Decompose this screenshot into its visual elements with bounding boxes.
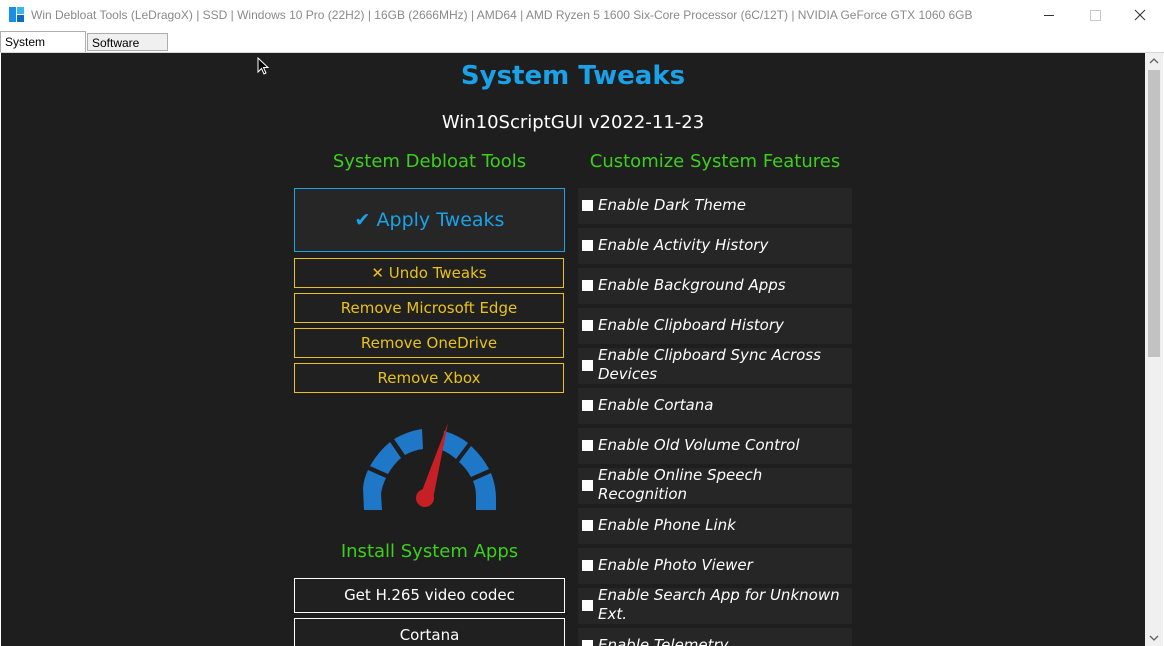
tab-system-tweaks[interactable]: System Tweaks [0,31,86,69]
feature-online-speech[interactable]: Enable Online Speech Recognition [578,466,852,504]
feature-label: Enable Activity History [598,236,769,254]
feature-label: Enable Phone Link [598,516,736,534]
minimize-icon [1044,15,1054,16]
remove-onedrive-button[interactable]: Remove OneDrive [294,328,564,358]
feature-activity-history[interactable]: Enable Activity History [578,228,852,264]
get-h265-codec-button[interactable]: Get H.265 video codec [294,578,565,613]
checkbox[interactable] [582,360,593,371]
version-subtitle: Win10ScriptGUI v2022-11-23 [441,112,705,133]
feature-photo-viewer[interactable]: Enable Photo Viewer [578,548,852,584]
app-icon [9,7,24,22]
feature-label: Enable Clipboard Sync Across Devices [598,346,821,383]
page-title: System Tweaks [460,61,686,91]
feature-cortana[interactable]: Enable Cortana [578,388,852,424]
scroll-thumb[interactable] [1148,70,1160,357]
main-panel: System Tweaks Win10ScriptGUI v2022-11-23… [1,53,1145,646]
checkbox[interactable] [582,440,593,451]
features-heading: Customize System Features [589,151,841,172]
undo-tweaks-button[interactable]: ✕ Undo Tweaks [294,258,564,288]
feature-label: Enable Cortana [598,396,714,414]
feature-clipboard-sync[interactable]: Enable Clipboard Sync Across Devices [578,346,852,384]
checkbox[interactable] [582,400,593,411]
close-icon [1134,9,1146,21]
minimize-button[interactable] [1026,0,1072,31]
remove-edge-button[interactable]: Remove Microsoft Edge [294,293,564,323]
vertical-scrollbar[interactable] [1145,53,1163,646]
apply-tweaks-button[interactable]: ✔ Apply Tweaks [294,188,565,252]
checkbox[interactable] [582,240,593,251]
feature-label: Enable Clipboard History [598,316,784,334]
cortana-button[interactable]: Cortana [294,618,565,646]
close-button[interactable] [1118,0,1164,31]
window-title: Win Debloat Tools (LeDragoX) | SSD | Win… [31,8,973,22]
tab-software-install[interactable]: Software Install [87,33,168,68]
install-apps-heading: Install System Apps [340,541,519,562]
remove-xbox-button[interactable]: Remove Xbox [294,363,564,393]
mouse-cursor-icon [257,57,270,75]
maximize-icon [1090,10,1101,21]
feature-label: Enable Online Speech Recognition [598,466,763,503]
checkbox[interactable] [582,560,593,571]
title-bar: Win Debloat Tools (LeDragoX) | SSD | Win… [0,0,1164,31]
feature-telemetry[interactable]: Enable Telemetry [578,628,852,646]
scroll-down-icon[interactable] [1145,629,1163,646]
feature-dark-theme[interactable]: Enable Dark Theme [578,188,852,224]
feature-search-app[interactable]: Enable Search App for Unknown Ext. [578,586,852,624]
debloat-heading: System Debloat Tools [332,151,527,172]
checkbox[interactable] [582,520,593,531]
feature-phone-link[interactable]: Enable Phone Link [578,508,852,544]
checkbox[interactable] [582,480,593,491]
feature-label: Enable Old Volume Control [598,436,800,454]
feature-label: Enable Photo Viewer [598,556,753,574]
tab-strip: System Tweaks Software Install [0,31,1164,69]
speedometer-icon [363,423,496,510]
checkbox[interactable] [582,640,593,646]
checkbox[interactable] [582,200,593,211]
feature-label: Enable Telemetry [598,636,729,646]
feature-label: Enable Dark Theme [598,196,746,214]
feature-old-volume-control[interactable]: Enable Old Volume Control [578,428,852,464]
feature-label: Enable Search App for Unknown Ext. [598,586,840,623]
checkbox[interactable] [582,600,593,611]
scroll-up-icon[interactable] [1145,53,1163,70]
feature-clipboard-history[interactable]: Enable Clipboard History [578,308,852,344]
checkbox[interactable] [582,280,593,291]
feature-background-apps[interactable]: Enable Background Apps [578,268,852,304]
maximize-button[interactable] [1072,0,1118,31]
checkbox[interactable] [582,320,593,331]
feature-label: Enable Background Apps [598,276,786,294]
